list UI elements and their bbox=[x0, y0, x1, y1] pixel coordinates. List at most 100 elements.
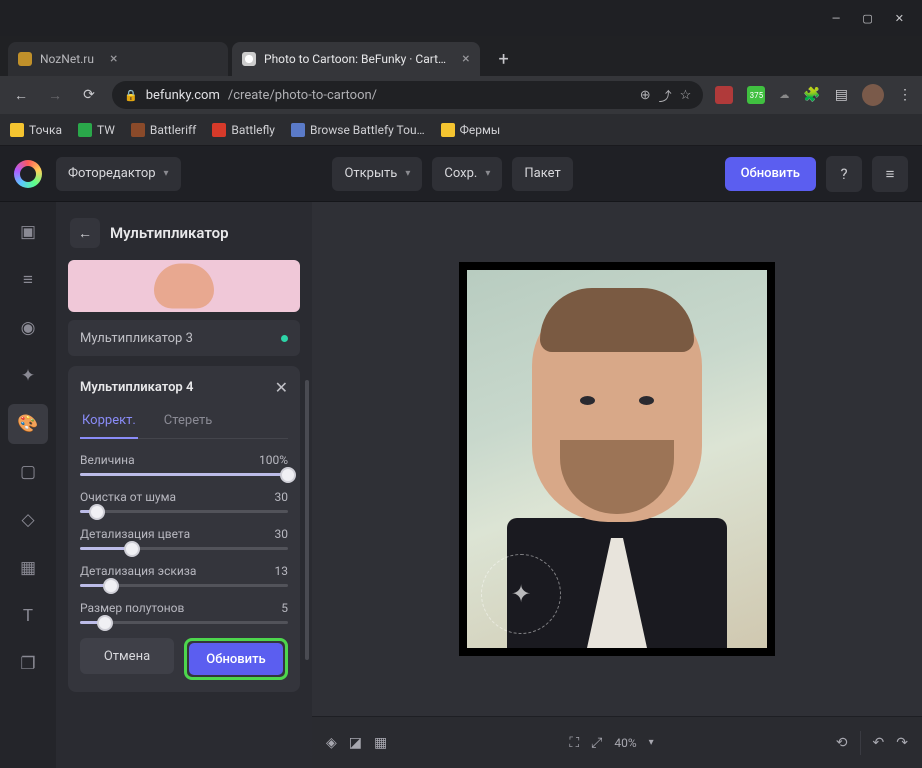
bookmark-item[interactable]: Фермы bbox=[441, 123, 501, 137]
favicon-icon bbox=[18, 52, 32, 66]
crop-icon[interactable]: ▢ bbox=[8, 452, 48, 492]
canvas-viewport[interactable]: ✦ bbox=[312, 202, 922, 716]
browser-addressbar: ← → ⟳ 🔒 befunky.com/create/photo-to-cart… bbox=[0, 76, 922, 114]
chevron-down-icon: ▾ bbox=[485, 168, 490, 179]
app-logo-icon[interactable] bbox=[14, 160, 42, 188]
profile-avatar[interactable] bbox=[862, 84, 884, 106]
eye-icon[interactable]: ◉ bbox=[8, 308, 48, 348]
extension-icon[interactable] bbox=[715, 86, 733, 104]
window-maximize-icon[interactable]: ▢ bbox=[862, 12, 872, 25]
text-icon[interactable]: T bbox=[8, 596, 48, 636]
upgrade-button[interactable]: Обновить bbox=[725, 157, 816, 191]
slider-thumb[interactable] bbox=[97, 615, 113, 631]
slider-thumb[interactable] bbox=[89, 504, 105, 520]
nav-back-icon[interactable]: ← bbox=[10, 87, 32, 104]
bookmarks-bar: Точка TW Battleriff Battlefly Browse Bat… bbox=[0, 114, 922, 146]
bookmark-item[interactable]: Browse Battlefy Tou… bbox=[291, 123, 425, 137]
slider-group: Величина100% bbox=[80, 453, 288, 476]
app-root: Фоторедактор▾ Открыть▾ Сохр.▾ Пакет Обно… bbox=[0, 146, 922, 768]
bookmark-item[interactable]: TW bbox=[78, 123, 115, 137]
image-frame: ✦ bbox=[459, 262, 775, 656]
editor-mode-dropdown[interactable]: Фоторедактор▾ bbox=[56, 157, 181, 191]
slider-thumb[interactable] bbox=[280, 467, 296, 483]
slider-track[interactable] bbox=[80, 510, 288, 513]
slider-label: Очистка от шума bbox=[80, 490, 176, 504]
watermark-icon: ✦ bbox=[481, 554, 561, 634]
reset-icon[interactable]: ⟲ bbox=[836, 735, 848, 751]
palette-icon[interactable]: 🎨 bbox=[8, 404, 48, 444]
help-icon[interactable]: ? bbox=[826, 156, 862, 192]
slider-group: Детализация эскиза13 bbox=[80, 564, 288, 587]
preset-row[interactable]: Мультипликатор 3 bbox=[68, 320, 300, 356]
new-tab-button[interactable]: + bbox=[490, 45, 518, 73]
extensions-puzzle-icon[interactable]: 🧩 bbox=[803, 87, 820, 103]
layers-toggle-icon[interactable]: ◈ bbox=[326, 735, 337, 751]
fit-screen-icon[interactable]: ⛶ bbox=[569, 735, 579, 751]
tool-rail: ▣ ≡ ◉ ✦ 🎨 ▢ ◇ ▦ T ❐ bbox=[0, 202, 56, 768]
reading-list-icon[interactable]: ▤ bbox=[835, 87, 848, 103]
slider-thumb[interactable] bbox=[124, 541, 140, 557]
grid-toggle-icon[interactable]: ▦ bbox=[374, 735, 387, 751]
sliders-icon[interactable]: ≡ bbox=[8, 260, 48, 300]
install-app-icon[interactable]: ⊕ bbox=[640, 88, 651, 103]
favicon-icon bbox=[242, 52, 256, 66]
cancel-button[interactable]: Отмена bbox=[80, 638, 174, 674]
lock-icon: 🔒 bbox=[124, 89, 138, 102]
bookmark-item[interactable]: Battlefly bbox=[212, 123, 275, 137]
slider-value: 5 bbox=[281, 601, 288, 615]
window-close-icon[interactable]: ✕ bbox=[895, 12, 904, 25]
app-topbar: Фоторедактор▾ Открыть▾ Сохр.▾ Пакет Обно… bbox=[0, 146, 922, 202]
chevron-down-icon: ▾ bbox=[405, 168, 410, 179]
url-input[interactable]: 🔒 befunky.com/create/photo-to-cartoon/ ⊕… bbox=[112, 81, 703, 109]
undo-icon[interactable]: ↶ bbox=[873, 735, 885, 751]
sparkles-icon[interactable]: ✦ bbox=[8, 356, 48, 396]
layers-icon[interactable]: ❐ bbox=[8, 644, 48, 684]
star-icon[interactable]: ☆ bbox=[680, 88, 692, 103]
slider-thumb[interactable] bbox=[103, 578, 119, 594]
card-close-icon[interactable]: ✕ bbox=[275, 378, 288, 397]
slider-track[interactable] bbox=[80, 473, 288, 476]
subtab-erase[interactable]: Стереть bbox=[162, 407, 215, 438]
bookmark-icon bbox=[10, 123, 24, 137]
compare-icon[interactable]: ◪ bbox=[349, 735, 362, 751]
browser-tab[interactable]: Photo to Cartoon: BeFunky · Cart… × bbox=[232, 42, 480, 76]
actual-size-icon[interactable]: ⤢ bbox=[591, 735, 602, 751]
bookmark-item[interactable]: Точка bbox=[10, 123, 62, 137]
slider-label: Детализация эскиза bbox=[80, 564, 196, 578]
tab-close-icon[interactable]: × bbox=[462, 51, 469, 67]
zoom-chevron-icon[interactable]: ▾ bbox=[649, 737, 654, 748]
slider-value: 30 bbox=[275, 490, 289, 504]
shapes-icon[interactable]: ◇ bbox=[8, 500, 48, 540]
save-button[interactable]: Сохр.▾ bbox=[432, 157, 502, 191]
browser-tab[interactable]: NozNet.ru × bbox=[8, 42, 228, 76]
slider-group: Детализация цвета30 bbox=[80, 527, 288, 550]
extension-icon[interactable]: ☁ bbox=[779, 90, 789, 101]
extension-badge[interactable]: 375 bbox=[747, 86, 765, 104]
menu-icon[interactable]: ≡ bbox=[872, 156, 908, 192]
share-icon[interactable]: ⤴ bbox=[659, 86, 672, 105]
batch-button[interactable]: Пакет bbox=[512, 157, 572, 191]
slider-track[interactable] bbox=[80, 584, 288, 587]
slider-track[interactable] bbox=[80, 547, 288, 550]
bookmark-item[interactable]: Battleriff bbox=[131, 123, 196, 137]
open-button[interactable]: Открыть▾ bbox=[332, 157, 422, 191]
slider-value: 100% bbox=[259, 453, 288, 467]
update-button[interactable]: Обновить bbox=[189, 643, 283, 675]
window-minimize-icon[interactable]: — bbox=[832, 12, 841, 25]
canvas-area: ✦ ◈ ◪ ▦ ⛶ ⤢ 40% ▾ ⟲ ↶ ↷ bbox=[312, 202, 922, 768]
browser-menu-icon[interactable]: ⋮ bbox=[898, 87, 912, 103]
card-subtabs: Коррект. Стереть bbox=[80, 407, 288, 439]
subtab-adjust[interactable]: Коррект. bbox=[80, 407, 138, 438]
nav-forward-icon: → bbox=[44, 87, 66, 104]
redo-icon[interactable]: ↷ bbox=[896, 735, 908, 751]
nav-reload-icon[interactable]: ⟳ bbox=[78, 87, 100, 103]
slider-value: 30 bbox=[275, 527, 289, 541]
panel-back-button[interactable]: ← bbox=[70, 218, 100, 248]
preset-thumbnail[interactable] bbox=[68, 260, 300, 312]
grid-icon[interactable]: ▦ bbox=[8, 548, 48, 588]
image-icon[interactable]: ▣ bbox=[8, 212, 48, 252]
zoom-label: 40% bbox=[614, 736, 636, 750]
slider-track[interactable] bbox=[80, 621, 288, 624]
tab-close-icon[interactable]: × bbox=[110, 51, 117, 67]
chevron-down-icon: ▾ bbox=[164, 168, 169, 179]
